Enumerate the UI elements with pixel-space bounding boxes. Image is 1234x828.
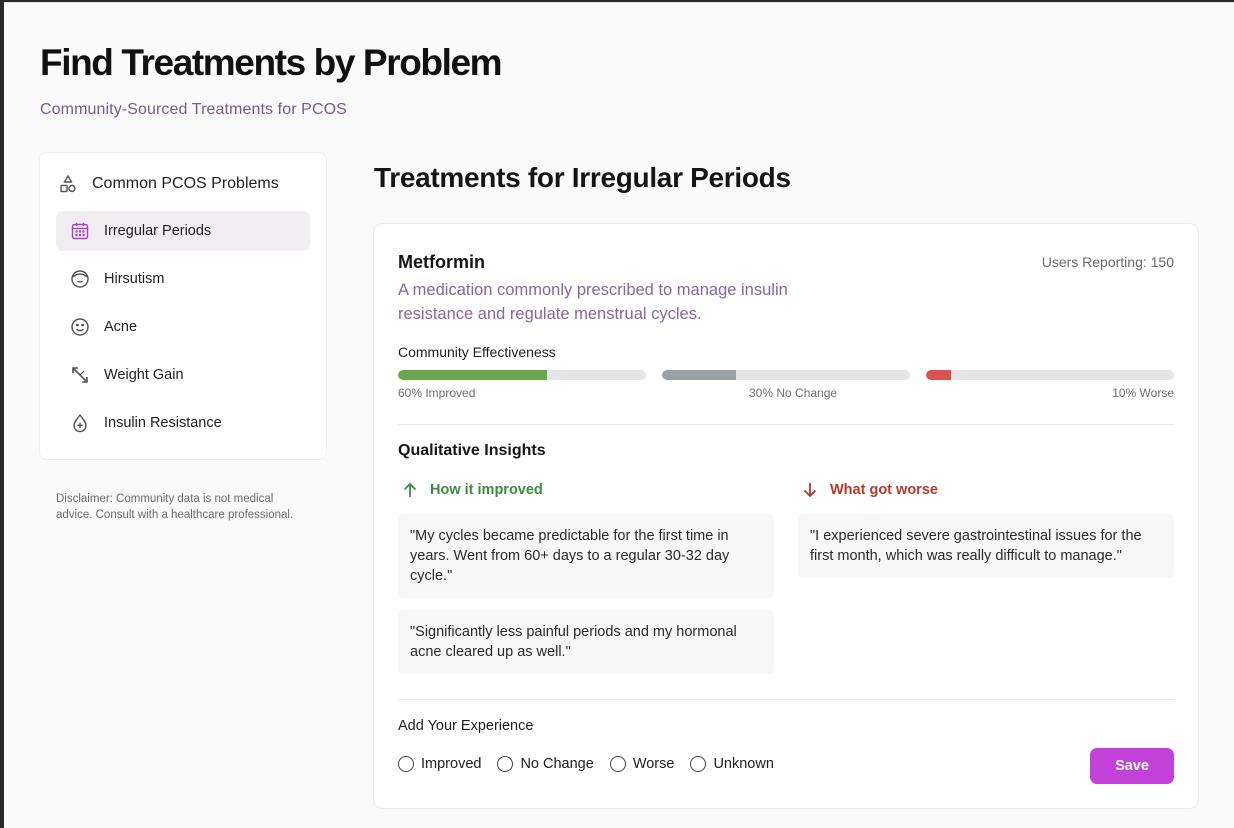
treatment-card: Metformin Users Reporting: 150 A medicat… bbox=[373, 223, 1199, 809]
calendar-icon bbox=[70, 221, 90, 241]
users-reporting: Users Reporting: 150 bbox=[1041, 254, 1174, 270]
worse-bar bbox=[926, 370, 1174, 380]
page-title: Find Treatments by Problem bbox=[40, 42, 503, 83]
sidebar-item-irregular-periods[interactable]: Irregular Periods bbox=[56, 211, 310, 251]
drop-icon bbox=[70, 413, 90, 433]
shapes-icon bbox=[58, 174, 78, 194]
resize-arrows-icon bbox=[70, 365, 90, 385]
radio-worse[interactable]: Worse bbox=[609, 756, 675, 772]
worse-bar-fill bbox=[926, 370, 951, 380]
treatment-name: Metformin bbox=[398, 252, 485, 272]
experience-radio-group: Improved No Change Worse Unknown bbox=[398, 756, 790, 772]
add-experience-label: Add Your Experience bbox=[398, 718, 534, 734]
radio-label: Worse bbox=[632, 756, 675, 772]
sidebar-item-insulin-resistance[interactable]: Insulin Resistance bbox=[56, 403, 310, 443]
radio-circle[interactable] bbox=[497, 756, 514, 772]
smiley-icon bbox=[70, 317, 90, 337]
improved-quote: "Significantly less painful periods and … bbox=[398, 610, 774, 674]
sidebar-item-acne[interactable]: Acne bbox=[56, 307, 310, 347]
worse-quote: "I experienced severe gastrointestinal i… bbox=[798, 514, 1174, 578]
section-title: Treatments for Irregular Periods bbox=[374, 162, 791, 193]
sidebar-heading: Common PCOS Problems bbox=[58, 173, 279, 195]
arrow-up-icon bbox=[400, 480, 420, 500]
divider bbox=[398, 424, 1174, 425]
radio-unknown[interactable]: Unknown bbox=[690, 756, 774, 772]
save-button[interactable]: Save bbox=[1090, 748, 1174, 784]
worse-heading: What got worse bbox=[800, 480, 938, 500]
sidebar-item-label: Irregular Periods bbox=[104, 223, 212, 239]
treatment-description: A medication commonly prescribed to mana… bbox=[398, 281, 788, 323]
page-subtitle: Community-Sourced Treatments for PCOS bbox=[40, 101, 347, 118]
improved-quote: "My cycles became predictable for the fi… bbox=[398, 514, 774, 598]
no-change-label: 30% No Change bbox=[749, 386, 838, 400]
radio-improved[interactable]: Improved bbox=[398, 756, 481, 772]
sidebar-item-label: Acne bbox=[104, 319, 138, 335]
worse-label: 10% Worse bbox=[1112, 386, 1174, 400]
sidebar-heading-label: Common PCOS Problems bbox=[92, 175, 279, 192]
improved-heading-label: How it improved bbox=[430, 482, 543, 498]
radio-no-change[interactable]: No Change bbox=[497, 756, 594, 772]
top-border bbox=[4, 2, 1234, 3]
improved-bar-fill bbox=[398, 370, 547, 380]
improved-heading: How it improved bbox=[400, 480, 543, 500]
sidebar-item-weight-gain[interactable]: Weight Gain bbox=[56, 355, 310, 395]
sidebar-item-label: Hirsutism bbox=[104, 271, 165, 287]
arrow-down-icon bbox=[800, 480, 820, 500]
radio-label: Improved bbox=[421, 756, 482, 772]
divider bbox=[398, 699, 1174, 700]
improved-label: 60% Improved bbox=[398, 386, 476, 400]
radio-label: No Change bbox=[520, 756, 594, 772]
sidebar-item-label: Weight Gain bbox=[104, 367, 184, 383]
effectiveness-label: Community Effectiveness bbox=[398, 344, 556, 360]
sidebar-item-label: Insulin Resistance bbox=[104, 415, 222, 431]
disclaimer: Disclaimer: Community data is not medica… bbox=[56, 493, 294, 521]
face-hair-icon bbox=[70, 269, 90, 289]
insights-title: Qualitative Insights bbox=[398, 442, 546, 459]
sidebar-item-hirsutism[interactable]: Hirsutism bbox=[56, 259, 310, 299]
no-change-bar-fill bbox=[662, 370, 737, 380]
problems-sidebar: Common PCOS Problems Irregular Periods H… bbox=[39, 152, 327, 460]
page: Find Treatments by Problem Community-Sou… bbox=[4, 2, 1234, 828]
no-change-bar bbox=[662, 370, 910, 380]
improved-bar bbox=[398, 370, 646, 380]
radio-label: Unknown bbox=[713, 756, 774, 772]
radio-circle[interactable] bbox=[609, 756, 626, 772]
radio-circle[interactable] bbox=[690, 756, 707, 772]
radio-circle[interactable] bbox=[398, 756, 414, 772]
worse-heading-label: What got worse bbox=[830, 482, 938, 498]
